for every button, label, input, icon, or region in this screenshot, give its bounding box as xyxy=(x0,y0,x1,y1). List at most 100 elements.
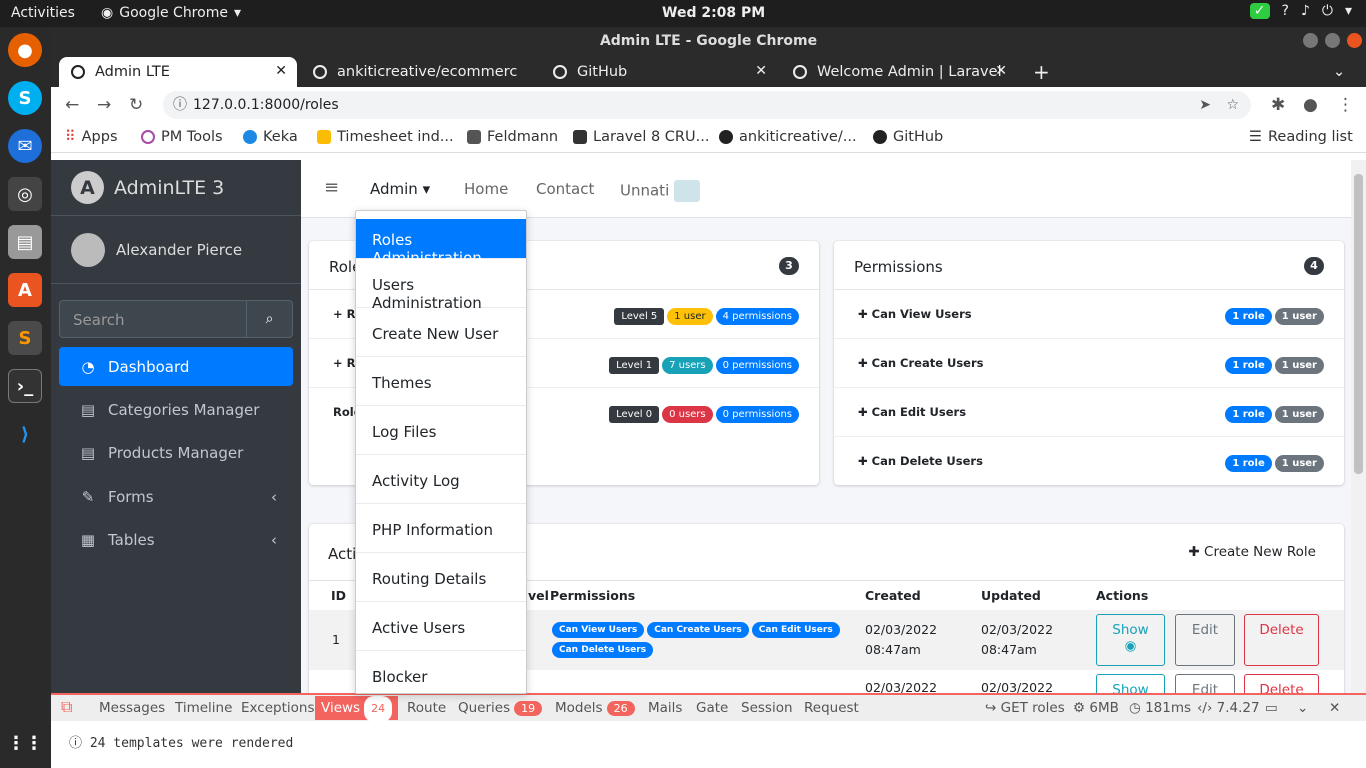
reload-icon[interactable]: ↻ xyxy=(129,95,143,115)
permission-row[interactable]: ✚ Can Create Users 1 role 1 user xyxy=(834,339,1344,388)
skype-icon[interactable]: S xyxy=(8,81,42,115)
permission-row[interactable]: ✚ Can Delete Users 1 role 1 user xyxy=(834,437,1344,486)
address-bar[interactable]: ⓘ 127.0.0.1:8000/roles ➤ ☆ xyxy=(163,91,1251,119)
extensions-icon[interactable]: ✱ xyxy=(1271,95,1285,115)
bookmark-ankiticreative[interactable]: ankiticreative/... xyxy=(719,129,857,145)
bookmark-keka[interactable]: Keka xyxy=(243,129,298,145)
dropdown-item-log-files[interactable]: Log Files xyxy=(356,406,526,455)
nav-home[interactable]: Home xyxy=(464,180,508,198)
debug-tab-gate[interactable]: Gate xyxy=(696,700,728,716)
dropdown-item-themes[interactable]: Themes xyxy=(356,357,526,406)
show-button[interactable]: Show xyxy=(1096,674,1165,693)
search-input[interactable]: Search xyxy=(73,311,125,329)
bookmark-star-icon[interactable]: ☆ xyxy=(1226,91,1239,119)
page-scrollbar[interactable] xyxy=(1351,160,1366,693)
app-menu[interactable]: ◉ Google Chrome ▾ xyxy=(101,5,241,21)
create-new-role-button[interactable]: ✚ Create New Role xyxy=(1188,544,1316,560)
bookmark-timesheet[interactable]: Timesheet ind... xyxy=(317,129,454,145)
debug-tab-request[interactable]: Request xyxy=(804,700,859,716)
delete-button[interactable]: Delete xyxy=(1244,614,1319,666)
sublime-icon[interactable]: S xyxy=(8,321,42,355)
debug-tab-queries[interactable]: Queries 19 xyxy=(458,700,543,716)
menu-icon[interactable]: ⋮ xyxy=(1337,95,1354,115)
tab-welcome[interactable]: Welcome Admin | Laravel ✕ xyxy=(781,57,1017,87)
debug-tab-models[interactable]: Models 26 xyxy=(555,700,635,716)
bookmark-apps[interactable]: ⠿ Apps xyxy=(65,129,118,145)
bookmark-github[interactable]: GitHub xyxy=(873,129,943,145)
debug-tab-views[interactable]: Views 24 xyxy=(315,696,399,722)
nav-user[interactable]: Unnati xyxy=(620,180,701,202)
nav-contact[interactable]: Contact xyxy=(536,180,594,198)
laravel-logo-icon[interactable]: ⧉ xyxy=(61,697,72,717)
close-tab-icon[interactable]: ✕ xyxy=(995,63,1007,79)
clock[interactable]: Wed 2:08 PM xyxy=(662,5,765,21)
bookmark-feldmann[interactable]: Feldmann xyxy=(467,129,558,145)
close-tab-icon[interactable]: ✕ xyxy=(275,63,287,79)
debug-tab-exceptions[interactable]: Exceptions xyxy=(241,700,314,716)
thunderbird-icon[interactable]: ✉ xyxy=(8,129,42,163)
reading-list[interactable]: ☰ Reading list xyxy=(1249,129,1353,145)
web-page: A AdminLTE 3 Alexander Pierce Search ⌕ ◔ Da… xyxy=(51,160,1351,693)
sidebar-item-products[interactable]: ▤ Products Manager xyxy=(59,433,293,472)
close-tab-icon[interactable]: ✕ xyxy=(755,63,767,79)
debug-tab-mails[interactable]: Mails xyxy=(648,700,682,716)
dropdown-item-active-users[interactable]: Active Users xyxy=(356,602,526,651)
bookmark-laravel[interactable]: Laravel 8 CRU... xyxy=(573,129,709,145)
edit-button[interactable]: Edit xyxy=(1175,614,1235,666)
bookmark-pm-tools[interactable]: PM Tools xyxy=(141,129,223,145)
vscode-icon[interactable]: ⟩ xyxy=(8,417,42,451)
close-window-button[interactable] xyxy=(1347,33,1362,48)
permission-row[interactable]: ✚ Can View Users 1 role 1 user xyxy=(834,290,1344,339)
minimize-button[interactable] xyxy=(1303,33,1318,48)
tab-github[interactable]: GitHub ✕ xyxy=(541,57,777,87)
dropdown-item-php-information[interactable]: PHP Information xyxy=(356,504,526,553)
activities-button[interactable]: Activities xyxy=(11,5,75,21)
edit-button[interactable]: Edit xyxy=(1175,674,1235,693)
profile-icon[interactable]: ● xyxy=(1303,95,1318,115)
permission-row[interactable]: ✚ Can Edit Users 1 role 1 user xyxy=(834,388,1344,437)
software-icon[interactable]: A xyxy=(8,273,42,307)
maximize-button[interactable] xyxy=(1325,33,1340,48)
tab-search-icon[interactable]: ⌄ xyxy=(1321,57,1351,87)
sidebar-item-categories[interactable]: ▤ Categories Manager xyxy=(59,390,293,429)
back-icon[interactable]: ← xyxy=(65,95,79,115)
debug-tab-timeline[interactable]: Timeline xyxy=(175,700,232,716)
terminal-icon[interactable]: ›_ xyxy=(8,369,42,403)
system-tray[interactable]: ✓ ? ♪ ⏻ ▾ xyxy=(1249,3,1352,19)
globe-icon xyxy=(71,65,85,79)
firefox-icon[interactable]: ● xyxy=(8,33,42,67)
user-panel[interactable]: Alexander Pierce xyxy=(51,216,301,284)
share-icon[interactable]: ➤ xyxy=(1199,91,1211,119)
dropdown-item-create-new-user[interactable]: Create New User xyxy=(356,308,526,357)
folder-open-icon[interactable]: ▭ xyxy=(1265,700,1278,716)
debug-tab-session[interactable]: Session xyxy=(741,700,793,716)
new-tab-button[interactable]: + xyxy=(1021,57,1051,87)
info-icon: ⓘ xyxy=(69,736,90,751)
debug-tab-route[interactable]: Route xyxy=(407,700,446,716)
app-grid-icon[interactable]: ⋮⋮ xyxy=(7,726,43,760)
show-button[interactable]: Show ◉ xyxy=(1096,614,1165,666)
close-debugbar-icon[interactable]: ✕ xyxy=(1329,700,1340,716)
tab-admin-lte[interactable]: Admin LTE ✕ xyxy=(59,57,297,87)
sidebar-item-tables[interactable]: ▦ Tables ‹ xyxy=(59,520,293,559)
dropdown-item-activity-log[interactable]: Activity Log xyxy=(356,455,526,504)
sidebar-item-dashboard[interactable]: ◔ Dashboard xyxy=(59,347,293,386)
chrome-icon[interactable]: ◎ xyxy=(8,177,42,211)
dropdown-item-blocker[interactable]: Blocker xyxy=(356,651,526,693)
debug-tab-messages[interactable]: Messages xyxy=(99,700,165,716)
tab-ecommerce[interactable]: ankiticreative/ecommerce xyxy=(301,57,537,87)
sidebar-item-forms[interactable]: ✎ Forms ‹ xyxy=(59,477,293,516)
files-icon[interactable]: ▤ xyxy=(8,225,42,259)
hamburger-icon[interactable]: ≡ xyxy=(324,177,339,198)
scrollbar-thumb[interactable] xyxy=(1354,174,1363,474)
admin-dropdown-toggle[interactable]: Admin ▾ xyxy=(370,180,430,198)
brand[interactable]: A AdminLTE 3 xyxy=(51,160,301,216)
delete-button[interactable]: Delete xyxy=(1244,674,1319,693)
dropdown-item-roles-administration[interactable]: Roles Administration xyxy=(356,219,526,267)
search-icon[interactable]: ⌕ xyxy=(246,301,292,337)
chevron-down-icon[interactable]: ⌄ xyxy=(1297,700,1308,716)
sidebar-search[interactable]: Search ⌕ xyxy=(59,300,293,338)
chevron-down-icon: ▾ xyxy=(233,5,241,21)
forward-icon[interactable]: → xyxy=(97,95,111,115)
dropdown-item-routing-details[interactable]: Routing Details xyxy=(356,553,526,602)
